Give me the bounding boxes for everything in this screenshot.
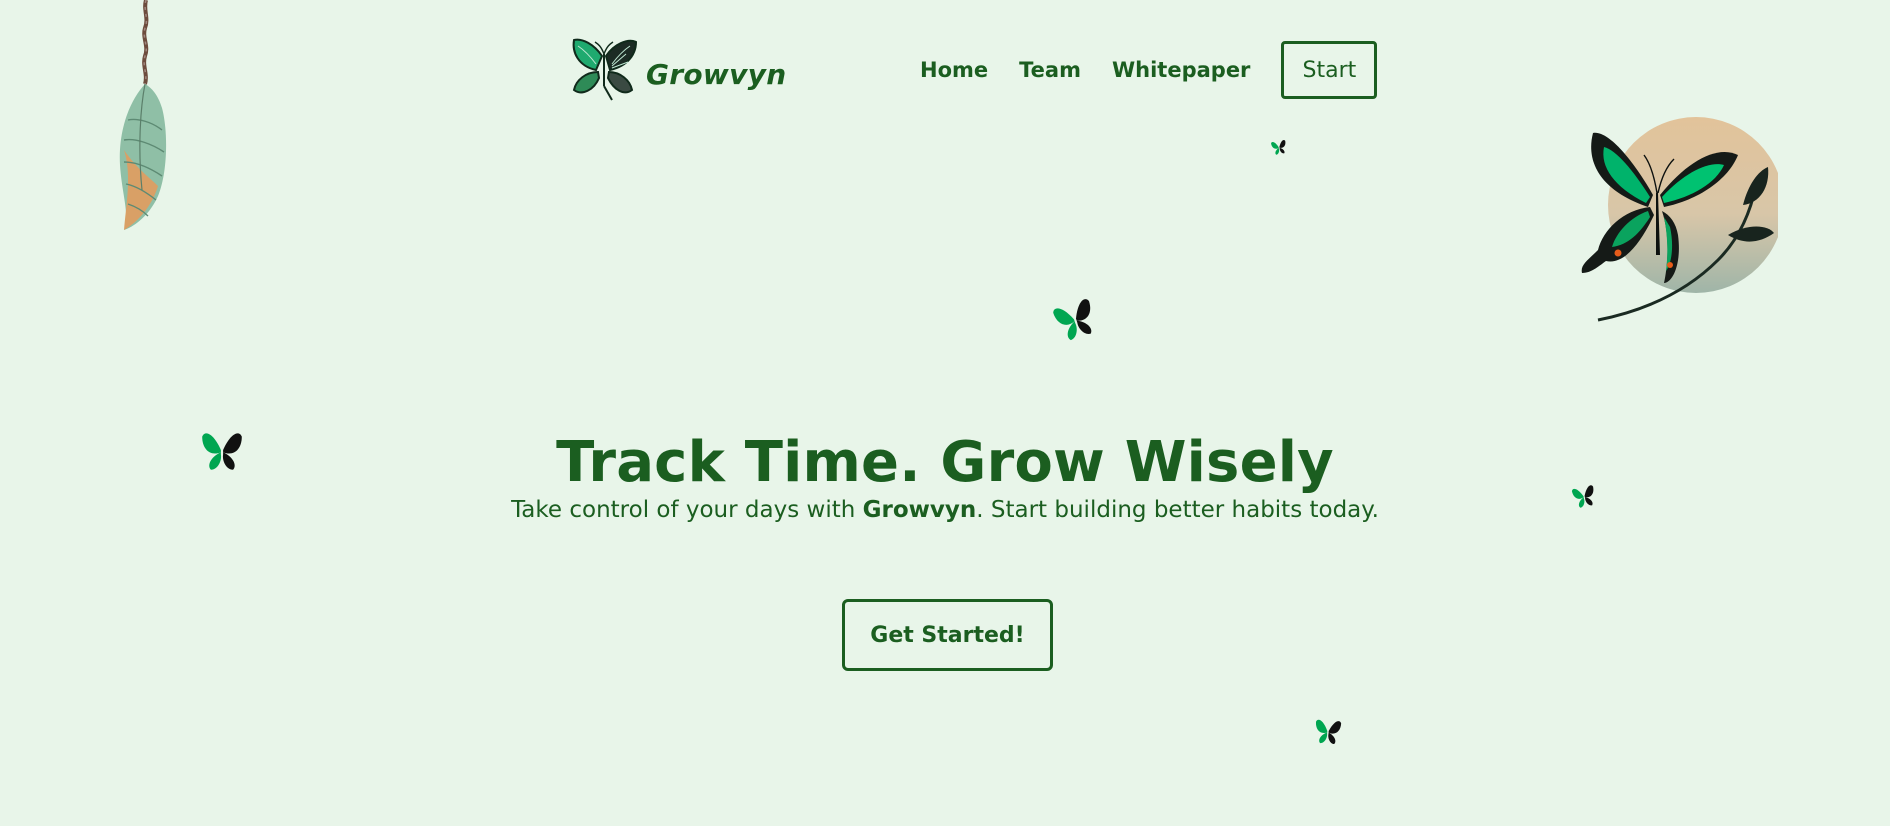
butterfly-logo-icon <box>572 38 638 101</box>
hero-title: Track Time. Grow Wisely <box>556 430 1334 495</box>
landing-page: Growvyn Home Team Whitepaper Start Track… <box>0 0 1890 826</box>
hero-subtitle: Take control of your days with Growvyn. … <box>0 494 1890 526</box>
butterfly-icon <box>1053 299 1092 341</box>
butterfly-moon-illustration-icon <box>1581 117 1778 322</box>
start-button[interactable]: Start <box>1281 41 1378 99</box>
butterfly-icon <box>1271 140 1286 155</box>
nav-link-home[interactable]: Home <box>920 58 988 82</box>
chrysalis-icon <box>119 0 167 230</box>
brand-name: Growvyn <box>646 57 787 91</box>
brand-link[interactable]: Growvyn <box>568 36 786 104</box>
get-started-button[interactable]: Get Started! <box>842 599 1053 671</box>
nav-link-team[interactable]: Team <box>1019 58 1081 82</box>
hero-subtitle-after: . Start building better habits today. <box>976 497 1379 523</box>
nav-link-whitepaper[interactable]: Whitepaper <box>1112 58 1250 82</box>
main-nav: Home Team Whitepaper Start <box>920 39 1378 101</box>
hero-subtitle-brand: Growvyn <box>862 497 977 523</box>
hero-subtitle-before: Take control of your days with <box>511 497 863 523</box>
butterfly-icon <box>1316 719 1342 745</box>
